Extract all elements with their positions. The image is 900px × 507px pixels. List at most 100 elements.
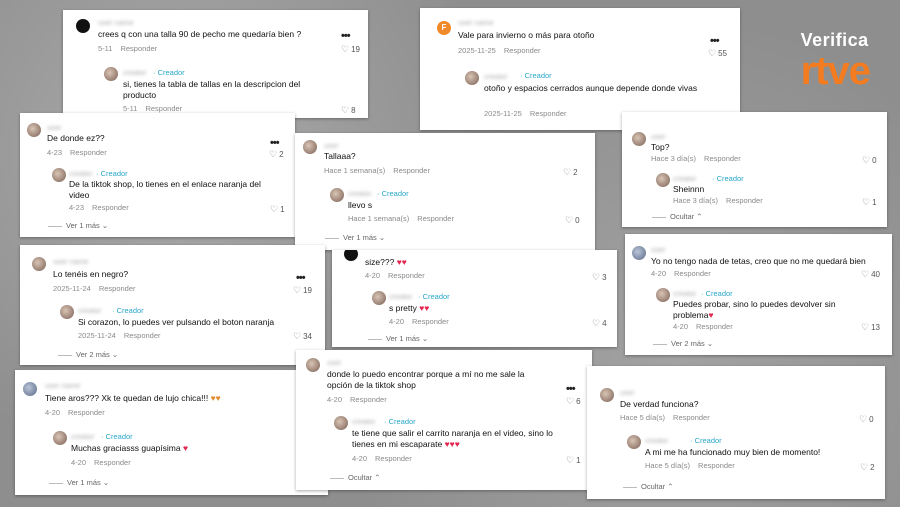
creator-username[interactable]: creator (484, 72, 507, 81)
like-button[interactable]: ♡ 0 (862, 155, 877, 166)
reply-button[interactable]: Responder (92, 203, 129, 212)
avatar[interactable] (344, 250, 358, 261)
reply-button[interactable]: Responder (696, 322, 733, 331)
avatar[interactable] (303, 140, 317, 154)
creator-avatar[interactable] (334, 416, 348, 430)
creator-username[interactable]: creator (71, 432, 94, 441)
reply-text-value: s pretty (389, 303, 417, 313)
reply-button[interactable]: Responder (120, 44, 157, 53)
reply-button[interactable]: Responder (375, 454, 412, 463)
more-options-icon[interactable]: ••• (341, 30, 351, 42)
username[interactable]: user (324, 141, 339, 150)
reply-like-button[interactable]: ♡ 1 (566, 455, 581, 466)
reply-button[interactable]: Responder (393, 166, 430, 175)
reply-like-button[interactable]: ♡ 1 (270, 204, 285, 215)
creator-avatar[interactable] (656, 288, 670, 302)
avatar[interactable] (600, 388, 614, 402)
view-more-replies[interactable]: Ver 2 más ⌄ (58, 350, 118, 359)
reply-button[interactable]: Responder (99, 284, 136, 293)
creator-avatar[interactable] (52, 168, 66, 182)
creator-avatar[interactable] (104, 67, 118, 81)
creator-avatar[interactable] (53, 431, 67, 445)
reply-like-button[interactable]: ♡ 13 (861, 322, 880, 333)
reply-button[interactable]: Responder (350, 395, 387, 404)
like-button[interactable]: ♡ 40 (861, 269, 880, 280)
like-button[interactable]: ♡ 55 (708, 48, 727, 59)
like-button[interactable]: ♡ 3 (592, 272, 607, 283)
avatar[interactable]: F (437, 21, 451, 35)
reply-button[interactable]: Responder (145, 104, 182, 113)
username[interactable]: user (620, 388, 635, 397)
reply-button[interactable]: Responder (673, 413, 710, 422)
like-button[interactable]: ♡ 2 (563, 167, 578, 178)
creator-avatar[interactable] (330, 188, 344, 202)
username[interactable]: user name (98, 18, 133, 27)
view-more-replies[interactable]: Ver 1 más ⌄ (48, 221, 108, 230)
creator-avatar[interactable] (60, 305, 74, 319)
creator-username[interactable]: creator (352, 417, 375, 426)
reply-button[interactable]: Responder (698, 461, 735, 470)
creator-username[interactable]: creator (78, 306, 101, 315)
verifica-rtve-logo: Verifica rtve (801, 30, 871, 91)
creator-username[interactable]: creator (673, 289, 696, 298)
avatar[interactable] (23, 382, 37, 396)
view-more-replies[interactable]: Ver 2 más ⌄ (653, 339, 713, 348)
reply-button[interactable]: Responder (704, 154, 741, 163)
more-options-icon[interactable]: ••• (710, 35, 720, 47)
like-button[interactable]: ♡ 2 (269, 149, 284, 160)
reply-like-button[interactable]: ♡ 8 (341, 105, 356, 116)
avatar[interactable] (76, 19, 90, 33)
creator-avatar[interactable] (627, 435, 641, 449)
reply-button[interactable]: Responder (68, 408, 105, 417)
hide-replies[interactable]: Ocultar ⌃ (623, 482, 674, 491)
creator-username[interactable]: creator (69, 169, 92, 178)
like-button[interactable]: ♡ 6 (566, 396, 581, 407)
view-more-replies[interactable]: Ver 1 más ⌄ (368, 334, 428, 343)
more-options-icon[interactable]: ••• (296, 272, 306, 284)
reply-button[interactable]: Responder (530, 109, 567, 118)
avatar[interactable] (306, 358, 320, 372)
reply-button[interactable]: Responder (674, 269, 711, 278)
like-button[interactable]: ♡ 19 (293, 285, 312, 296)
creator-avatar[interactable] (372, 291, 386, 305)
hide-replies[interactable]: Ocultar ⌃ (330, 473, 381, 482)
reply-button[interactable]: Responder (504, 46, 541, 55)
reply-button[interactable]: Responder (417, 214, 454, 223)
reply-like-button[interactable]: ♡ 4 (592, 318, 607, 329)
reply-like-button[interactable]: ♡ 2 (860, 462, 875, 473)
username[interactable]: user (327, 358, 342, 367)
reply-button[interactable]: Responder (726, 196, 763, 205)
like-button[interactable]: ♡ 0 (859, 414, 874, 425)
username[interactable]: user name (458, 18, 493, 27)
creator-username[interactable]: creator (123, 68, 146, 77)
view-more-replies[interactable]: Ver 1 más ⌄ (49, 478, 109, 487)
reply-like-button[interactable]: ♡ 0 (565, 215, 580, 226)
view-more-replies[interactable]: Ver 1 más ⌄ (325, 233, 385, 242)
creator-username[interactable]: creator (389, 292, 412, 301)
reply-button[interactable]: Responder (412, 317, 449, 326)
avatar[interactable] (632, 246, 646, 260)
creator-username[interactable]: creator (673, 174, 696, 183)
more-options-icon[interactable]: ••• (270, 137, 280, 149)
avatar[interactable] (32, 257, 46, 271)
avatar[interactable] (27, 123, 41, 137)
more-options-icon[interactable]: ••• (566, 383, 576, 395)
hide-replies[interactable]: Ocultar ⌃ (652, 212, 703, 221)
reply-button[interactable]: Responder (388, 271, 425, 280)
username[interactable]: user name (45, 381, 80, 390)
reply-button[interactable]: Responder (124, 331, 161, 340)
username[interactable]: user name (53, 257, 88, 266)
reply-button[interactable]: Responder (70, 148, 107, 157)
like-button[interactable]: ♡ 19 (341, 44, 360, 55)
username[interactable]: user (651, 132, 666, 141)
avatar[interactable] (632, 132, 646, 146)
reply-like-button[interactable]: ♡ 1 (862, 197, 877, 208)
reply-button[interactable]: Responder (94, 458, 131, 467)
creator-avatar[interactable] (656, 173, 670, 187)
username[interactable]: user (47, 123, 62, 132)
username[interactable]: user (651, 245, 666, 254)
creator-avatar[interactable] (465, 71, 479, 85)
creator-username[interactable]: creator (348, 189, 371, 198)
creator-username[interactable]: creator (645, 436, 668, 445)
reply-like-button[interactable]: ♡ 34 (293, 331, 312, 342)
